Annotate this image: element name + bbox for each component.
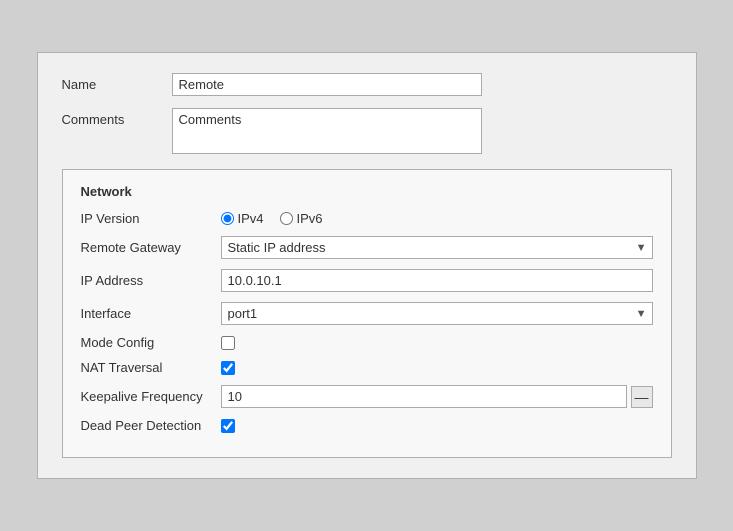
keepalive-row: Keepalive Frequency —: [81, 385, 653, 408]
name-row: Name: [62, 73, 672, 96]
ipv6-label: IPv6: [297, 211, 323, 226]
comments-row: Comments Comments: [62, 108, 672, 157]
ipv6-radio-label[interactable]: IPv6: [280, 211, 323, 226]
dead-peer-label: Dead Peer Detection: [81, 418, 221, 433]
remote-gateway-label: Remote Gateway: [81, 240, 221, 255]
comments-textarea[interactable]: Comments: [172, 108, 482, 154]
keepalive-minus-button[interactable]: —: [631, 386, 653, 408]
remote-gateway-select[interactable]: Static IP address Dialup User Dynamic DN…: [221, 236, 653, 259]
remote-gateway-control: Static IP address Dialup User Dynamic DN…: [221, 236, 653, 259]
ip-version-row: IP Version IPv4 IPv6: [81, 211, 653, 226]
nat-traversal-checkbox[interactable]: [221, 361, 235, 375]
interface-select-wrapper: port1 port2 port3 ▼: [221, 302, 653, 325]
ip-address-control: [221, 269, 653, 292]
network-section-title: Network: [81, 184, 653, 199]
name-input[interactable]: [172, 73, 482, 96]
remote-gateway-select-wrapper: Static IP address Dialup User Dynamic DN…: [221, 236, 653, 259]
ipv6-radio[interactable]: [280, 212, 293, 225]
ip-version-control: IPv4 IPv6: [221, 211, 653, 226]
keepalive-label: Keepalive Frequency: [81, 389, 221, 404]
keepalive-input[interactable]: [221, 385, 627, 408]
comments-label: Comments: [62, 108, 172, 127]
mode-config-label: Mode Config: [81, 335, 221, 350]
ip-address-row: IP Address: [81, 269, 653, 292]
dead-peer-row: Dead Peer Detection: [81, 418, 653, 433]
interface-control: port1 port2 port3 ▼: [221, 302, 653, 325]
mode-config-checkbox[interactable]: [221, 336, 235, 350]
nat-traversal-control: [221, 361, 653, 375]
main-container: Name Comments Comments Network IP Versio…: [37, 52, 697, 479]
mode-config-row: Mode Config: [81, 335, 653, 350]
ipv4-radio[interactable]: [221, 212, 234, 225]
mode-config-control: [221, 336, 653, 350]
interface-select[interactable]: port1 port2 port3: [221, 302, 653, 325]
ipv4-label: IPv4: [238, 211, 264, 226]
interface-label: Interface: [81, 306, 221, 321]
nat-traversal-row: NAT Traversal: [81, 360, 653, 375]
interface-row: Interface port1 port2 port3 ▼: [81, 302, 653, 325]
ip-address-input[interactable]: [221, 269, 653, 292]
ip-address-label: IP Address: [81, 273, 221, 288]
name-field-wrapper: [172, 73, 482, 96]
name-label: Name: [62, 73, 172, 92]
ip-version-label: IP Version: [81, 211, 221, 226]
comments-field-wrapper: Comments: [172, 108, 482, 157]
nat-traversal-label: NAT Traversal: [81, 360, 221, 375]
ipv4-radio-label[interactable]: IPv4: [221, 211, 264, 226]
dead-peer-control: [221, 419, 653, 433]
keepalive-control: —: [221, 385, 653, 408]
dead-peer-checkbox[interactable]: [221, 419, 235, 433]
network-section: Network IP Version IPv4 IPv6 Remote Gate…: [62, 169, 672, 458]
remote-gateway-row: Remote Gateway Static IP address Dialup …: [81, 236, 653, 259]
